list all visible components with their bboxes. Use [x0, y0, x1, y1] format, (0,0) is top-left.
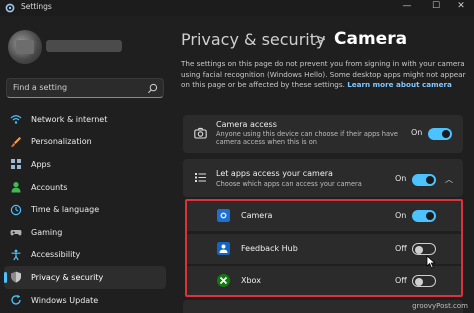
sidebar-item-label: Personalization [31, 137, 92, 147]
sidebar-item-accessibility[interactable]: Accessibility [4, 244, 166, 267]
close-button[interactable]: ✕ [446, 0, 474, 14]
breadcrumb-parent[interactable]: Privacy & security [181, 30, 325, 49]
sidebar-nav: Network & internet Personalization Apps [4, 108, 166, 311]
apps-access-card[interactable]: Let apps access your camera Choose which… [183, 159, 463, 197]
page-title: Camera [334, 29, 408, 49]
shield-icon [11, 272, 21, 284]
sidebar-item-label: Windows Update [31, 295, 99, 305]
apps-access-title: Let apps access your camera [216, 169, 333, 178]
sidebar-item-gaming[interactable]: Gaming [4, 221, 166, 244]
sidebar-item-accounts[interactable]: Accounts [4, 176, 166, 199]
accessibility-icon [11, 249, 21, 261]
sidebar-item-privacy-security[interactable]: Privacy & security [4, 266, 166, 289]
camera-access-title: Camera access [216, 120, 277, 129]
camera-access-card[interactable]: Camera access Anyone using this device c… [183, 115, 463, 153]
apps-access-toggle[interactable] [412, 174, 436, 186]
toggle-knob [426, 176, 434, 184]
camera-access-toggle[interactable] [428, 128, 452, 140]
window-title: Settings [21, 2, 52, 11]
sidebar-item-label: Network & internet [31, 114, 108, 124]
sidebar: Find a setting Network & internet Person… [0, 16, 170, 313]
learn-more-link[interactable]: Learn more about camera [347, 80, 452, 89]
camera-access-state: On [411, 128, 423, 137]
gamepad-icon [10, 230, 22, 236]
person-icon [11, 182, 21, 193]
sidebar-item-label: Accessibility [31, 250, 81, 260]
camera-access-subtitle: Anyone using this device can choose if t… [216, 130, 398, 147]
update-icon [11, 294, 21, 305]
highlight-annotation [185, 199, 463, 297]
sidebar-item-apps[interactable]: Apps [4, 153, 166, 176]
sidebar-item-label: Privacy & security [31, 272, 104, 282]
breadcrumb-separator: > [314, 30, 327, 48]
sidebar-item-label: Accounts [31, 182, 68, 192]
list-icon [195, 173, 206, 182]
search-input[interactable]: Find a setting [13, 83, 67, 92]
mouse-cursor-icon [426, 255, 436, 269]
active-indicator [4, 272, 7, 284]
sidebar-item-label: Apps [31, 159, 51, 169]
globe-clock-icon [10, 204, 22, 215]
apps-icon [11, 159, 21, 170]
page-description: The settings on this page do not prevent… [181, 59, 469, 91]
title-bar: Settings — ☐ ✕ [0, 0, 474, 16]
search-box[interactable]: Find a setting [6, 78, 164, 98]
wifi-icon [10, 115, 22, 124]
search-icon[interactable] [147, 83, 158, 94]
chevron-up-icon[interactable]: ︿ [445, 174, 453, 185]
sidebar-item-label: Time & language [31, 205, 100, 215]
brush-icon [11, 136, 21, 147]
watermark: groovyPost.com [412, 302, 468, 310]
sidebar-item-time-language[interactable]: Time & language [4, 198, 166, 221]
toggle-knob [442, 130, 450, 138]
sidebar-item-network[interactable]: Network & internet [4, 108, 166, 131]
avatar-image [16, 40, 34, 54]
camera-icon [194, 127, 207, 139]
sidebar-item-windows-update[interactable]: Windows Update [4, 289, 166, 312]
settings-app-icon [5, 3, 15, 13]
sidebar-item-personalization[interactable]: Personalization [4, 131, 166, 154]
minimize-button[interactable]: — [392, 0, 422, 14]
user-name-redacted [46, 40, 122, 52]
sidebar-item-label: Gaming [31, 227, 63, 237]
apps-access-state: On [395, 174, 407, 183]
apps-access-subtitle: Choose which apps can access your camera [216, 180, 362, 188]
avatar[interactable] [8, 30, 42, 64]
